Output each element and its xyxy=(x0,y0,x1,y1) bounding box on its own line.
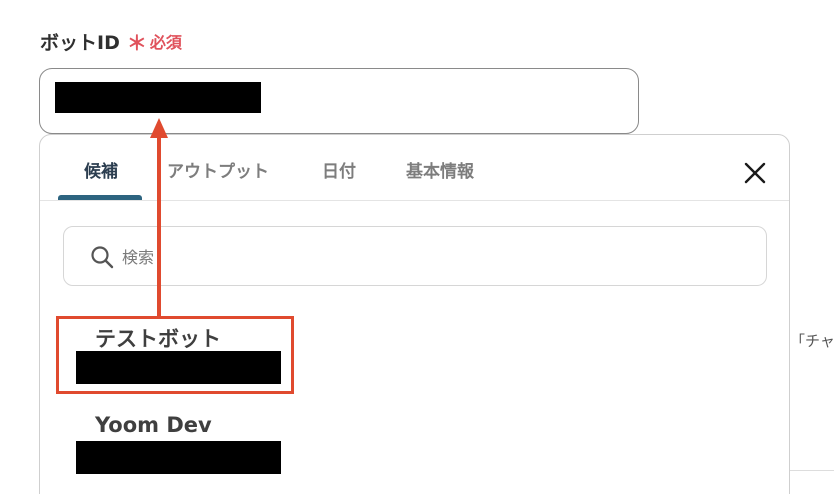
close-icon[interactable] xyxy=(743,161,767,185)
side-text: 「チャ xyxy=(790,332,834,350)
required-asterisk: ＊ xyxy=(126,30,147,55)
redacted-value xyxy=(55,82,261,113)
bot-id-label-text: ボットID xyxy=(40,31,120,54)
suggestion-dropdown: 候補 アウトプット 日付 基本情報 テストボット Yoom Dev xyxy=(39,134,790,494)
dropdown-tabs: 候補 アウトプット 日付 基本情報 xyxy=(40,135,789,201)
redacted-id xyxy=(76,441,281,474)
tab-date[interactable]: 日付 xyxy=(322,157,356,182)
side-divider xyxy=(790,470,834,471)
tab-output[interactable]: アウトプット xyxy=(167,157,269,182)
list-item-title: Yoom Dev xyxy=(95,413,212,437)
list-item-yoom-dev[interactable]: Yoom Dev xyxy=(40,397,660,481)
active-tab-indicator xyxy=(58,195,142,200)
tab-candidates[interactable]: 候補 xyxy=(84,157,118,182)
search-box[interactable] xyxy=(63,226,767,286)
search-input[interactable] xyxy=(122,237,742,277)
search-icon xyxy=(91,246,114,269)
annotation-highlight-box xyxy=(56,316,294,394)
bot-id-input[interactable] xyxy=(39,68,639,134)
bot-id-label: ボットID ＊ 必須 xyxy=(40,28,182,55)
required-text: 必須 xyxy=(149,33,182,52)
tab-basic-info[interactable]: 基本情報 xyxy=(406,157,474,182)
